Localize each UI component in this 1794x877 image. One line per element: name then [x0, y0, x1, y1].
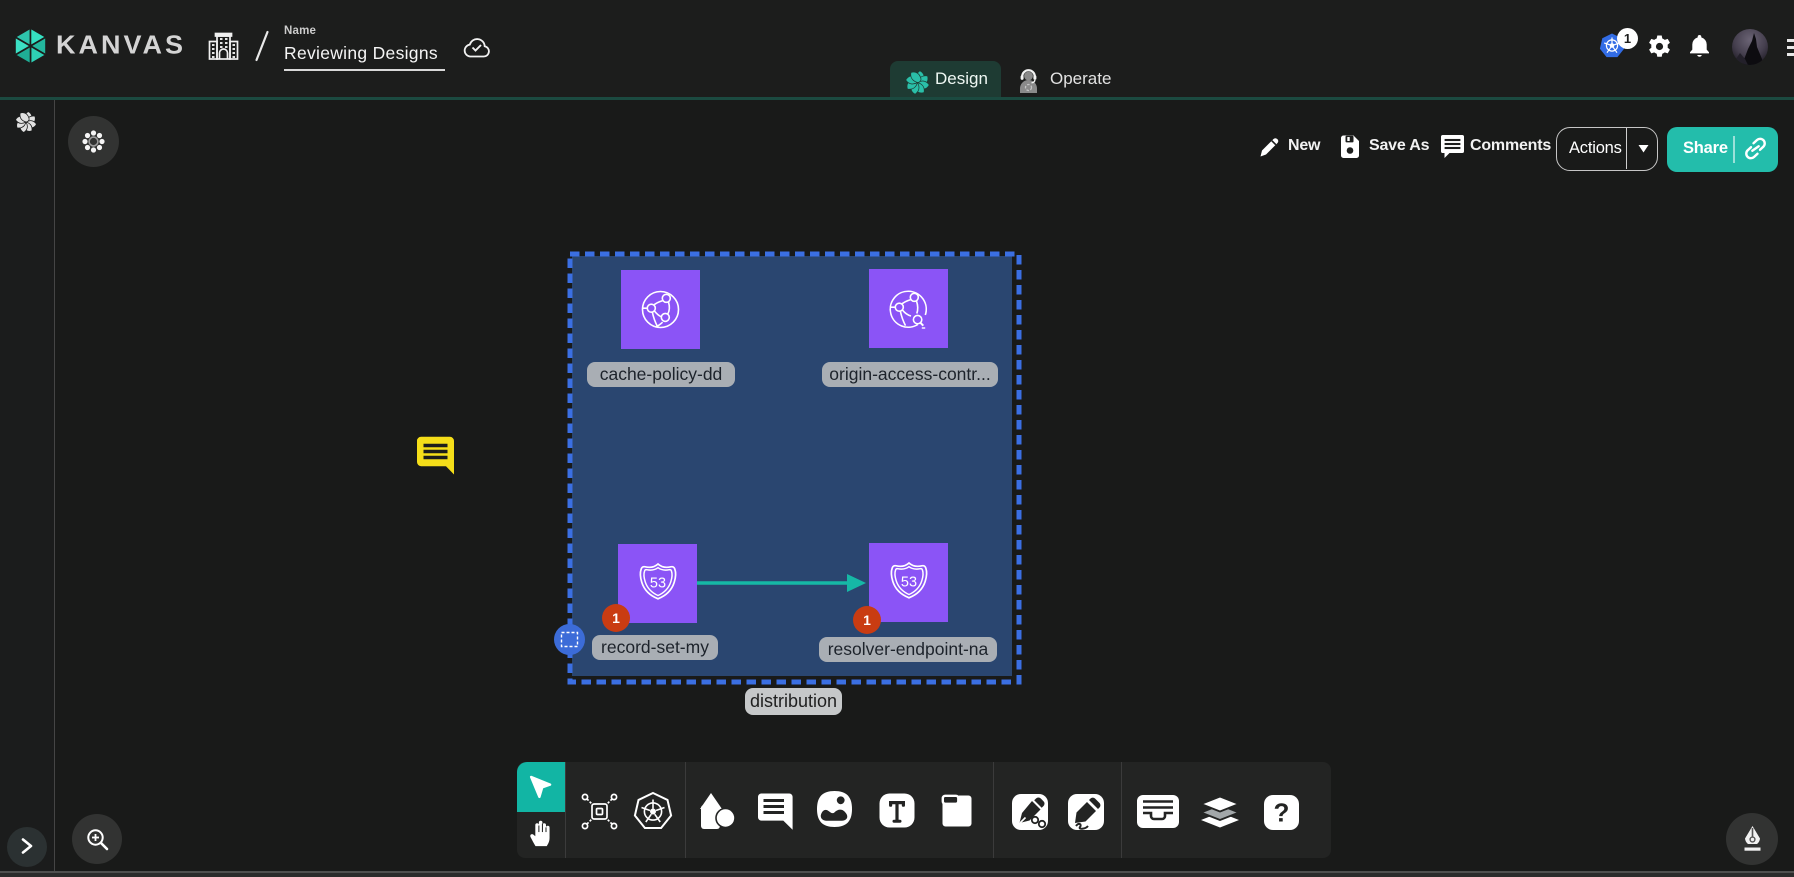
svg-text:?: ? — [1274, 798, 1290, 828]
svg-text:53: 53 — [650, 576, 666, 592]
svg-text:53: 53 — [901, 575, 917, 591]
